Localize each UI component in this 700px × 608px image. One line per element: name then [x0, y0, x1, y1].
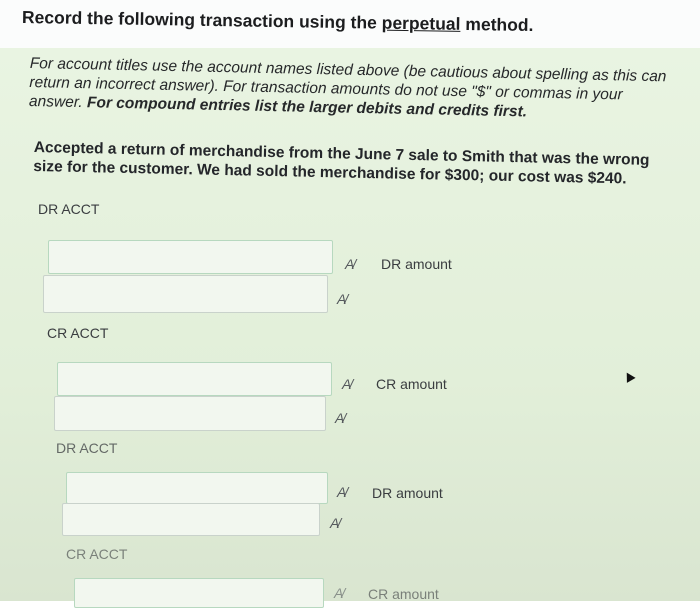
entry4-amount-label: CR amount: [368, 586, 439, 602]
entry4-acct-label: CR ACCT: [66, 546, 128, 562]
entry1-acct-label: DR ACCT: [38, 201, 100, 217]
spell-check-icon[interactable]: A/: [345, 256, 356, 272]
entry4-acct-input[interactable]: [74, 578, 324, 608]
entry1-acct-input[interactable]: [48, 240, 333, 274]
title-underlined-word: perpetual: [381, 12, 461, 34]
title-suffix: method.: [465, 13, 534, 36]
entry1-amount-label: DR amount: [381, 256, 452, 272]
spell-check-icon[interactable]: A/: [335, 410, 346, 426]
spell-check-icon[interactable]: A/: [342, 376, 353, 392]
entry2-amount-label: CR amount: [376, 376, 447, 392]
question-title: Record the following transaction using t…: [22, 7, 534, 36]
header-area: Record the following transaction using t…: [0, 0, 700, 48]
entry2-acct-input[interactable]: [57, 362, 332, 396]
spell-check-icon[interactable]: A/: [334, 585, 345, 601]
spell-check-icon[interactable]: A/: [330, 515, 341, 531]
entry1-amount-input[interactable]: [43, 275, 328, 313]
spell-check-icon[interactable]: A/: [337, 484, 348, 500]
spell-check-icon[interactable]: A/: [337, 291, 348, 307]
title-prefix: Record the following transaction using t…: [21, 7, 378, 33]
entry3-amount-label: DR amount: [372, 485, 443, 501]
entry2-amount-input[interactable]: [54, 396, 326, 431]
entry3-acct-input[interactable]: [66, 472, 328, 504]
entry2-acct-label: CR ACCT: [47, 325, 109, 341]
entry3-amount-input[interactable]: [62, 503, 320, 536]
entry3-acct-label: DR ACCT: [56, 440, 118, 456]
